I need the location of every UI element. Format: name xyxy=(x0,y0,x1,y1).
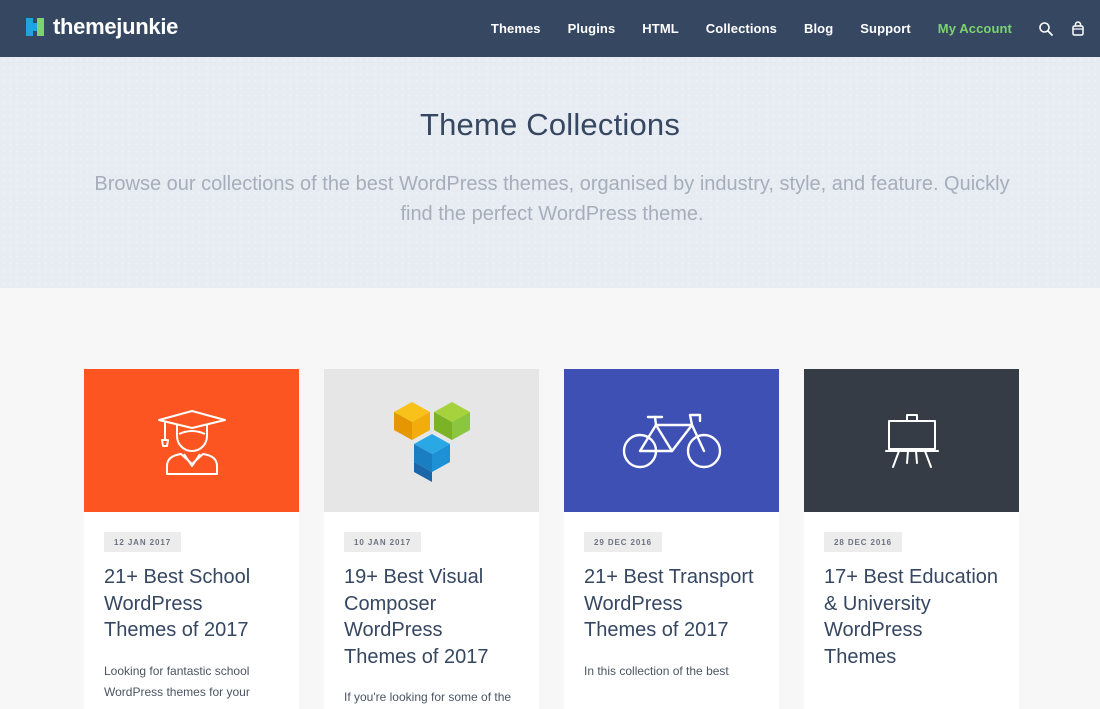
nav-item-collections[interactable]: Collections xyxy=(706,21,777,36)
visual-composer-logo xyxy=(393,401,470,482)
collection-card[interactable]: 10 JAN 2017 19+ Best Visual Composer Wor… xyxy=(324,369,539,709)
card-title[interactable]: 21+ Best Transport WordPress Themes of 2… xyxy=(584,564,759,644)
card-thumbnail[interactable] xyxy=(84,369,299,512)
page-title: Theme Collections xyxy=(419,107,681,142)
collection-card[interactable]: 29 DEC 2016 21+ Best Transport WordPress… xyxy=(564,369,779,709)
card-excerpt: In this collection of the best xyxy=(584,663,729,678)
collection-card[interactable]: 28 DEC 2016 17+ Best Education & Univers… xyxy=(804,369,1019,709)
nav-item-support[interactable]: Support xyxy=(860,21,911,36)
card-title[interactable]: 19+ Best Visual Composer WordPress Theme… xyxy=(344,564,519,670)
card-excerpt: If you're looking for some of the xyxy=(344,690,512,704)
card-excerpt: Looking for fantastic school WordPress t… xyxy=(104,663,250,699)
nav-item-my-account[interactable]: My Account xyxy=(938,21,1012,36)
bicycle-icon xyxy=(622,413,721,468)
site-logo[interactable]: themejunkie xyxy=(26,16,178,38)
hero-banner: Theme Collections Browse our collections… xyxy=(0,57,1100,288)
graduate-icon xyxy=(157,409,226,475)
cart-icon[interactable] xyxy=(1070,20,1086,37)
post-date: 10 JAN 2017 xyxy=(344,532,422,552)
easel-board-icon xyxy=(884,413,939,468)
card-thumbnail[interactable] xyxy=(324,369,539,512)
post-date: 12 JAN 2017 xyxy=(104,532,182,552)
collection-card[interactable]: 12 JAN 2017 21+ Best School WordPress Th… xyxy=(84,369,299,709)
nav-item-plugins[interactable]: Plugins xyxy=(568,21,616,36)
top-navigation-bar: themejunkie Themes Plugins HTML Collecti… xyxy=(0,0,1100,57)
nav-item-themes[interactable]: Themes xyxy=(491,21,541,36)
card-title[interactable]: 17+ Best Education & University WordPres… xyxy=(824,564,999,670)
main-nav: Themes Plugins HTML Collections Blog Sup… xyxy=(491,0,1100,57)
logo-mark-icon xyxy=(26,18,44,36)
card-thumbnail[interactable] xyxy=(564,369,779,512)
post-date: 29 DEC 2016 xyxy=(584,532,662,552)
nav-item-blog[interactable]: Blog xyxy=(804,21,833,36)
nav-item-html[interactable]: HTML xyxy=(642,21,679,36)
page-subtitle: Browse our collections of the best WordP… xyxy=(94,173,1010,225)
search-icon[interactable] xyxy=(1038,21,1054,37)
logo-text: themejunkie xyxy=(53,14,179,39)
card-title[interactable]: 21+ Best School WordPress Themes of 2017 xyxy=(104,564,279,644)
post-date: 28 DEC 2016 xyxy=(824,532,902,552)
card-thumbnail[interactable] xyxy=(804,369,1019,512)
